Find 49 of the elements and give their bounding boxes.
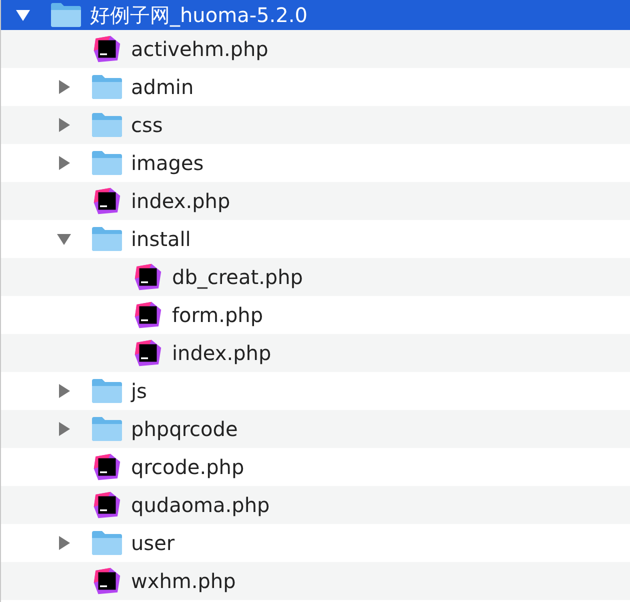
- phpstorm-file-icon: [132, 263, 164, 291]
- file-row[interactable]: css: [1, 106, 630, 144]
- phpstorm-file-icon: [91, 491, 123, 519]
- file-row[interactable]: db_creat.php: [1, 258, 630, 296]
- folder-name: css: [131, 113, 163, 137]
- folder-icon: [91, 111, 123, 139]
- file-name: qrcode.php: [131, 455, 244, 479]
- file-row[interactable]: qudaoma.php: [1, 486, 630, 524]
- collapsed-triangle-icon[interactable]: [56, 155, 72, 171]
- expanded-triangle-icon[interactable]: [56, 231, 72, 247]
- file-name: wxhm.php: [131, 569, 236, 593]
- folder-icon: [91, 529, 123, 557]
- phpstorm-file-icon: [91, 453, 123, 481]
- file-row[interactable]: index.php: [1, 182, 630, 220]
- collapsed-triangle-icon[interactable]: [56, 535, 72, 551]
- folder-name: images: [131, 151, 204, 175]
- folder-name: install: [131, 227, 191, 251]
- collapsed-triangle-icon[interactable]: [56, 117, 72, 133]
- collapsed-triangle-icon[interactable]: [56, 79, 72, 95]
- folder-icon: [91, 73, 123, 101]
- phpstorm-file-icon: [91, 187, 123, 215]
- file-row[interactable]: phpqrcode: [1, 410, 630, 448]
- file-name: index.php: [172, 341, 272, 365]
- collapsed-triangle-icon[interactable]: [56, 421, 72, 437]
- file-row[interactable]: index.php: [1, 334, 630, 372]
- collapsed-triangle-icon[interactable]: [56, 383, 72, 399]
- file-row[interactable]: 好例子网_huoma-5.2.0: [1, 0, 630, 30]
- folder-icon: [91, 149, 123, 177]
- file-name: activehm.php: [131, 37, 268, 61]
- folder-icon: [91, 415, 123, 443]
- phpstorm-file-icon: [132, 339, 164, 367]
- folder-name: user: [131, 531, 175, 555]
- phpstorm-file-icon: [91, 35, 123, 63]
- folder-icon: [50, 1, 82, 29]
- file-row[interactable]: activehm.php: [1, 30, 630, 68]
- file-name: db_creat.php: [172, 265, 303, 289]
- folder-name: js: [131, 379, 147, 403]
- folder-icon: [91, 377, 123, 405]
- phpstorm-file-icon: [132, 301, 164, 329]
- folder-name: admin: [131, 75, 194, 99]
- file-name: qudaoma.php: [131, 493, 270, 517]
- file-name: form.php: [172, 303, 264, 327]
- phpstorm-file-icon: [91, 567, 123, 595]
- file-name: index.php: [131, 189, 230, 213]
- folder-icon: [91, 225, 123, 253]
- expanded-triangle-icon[interactable]: [15, 7, 31, 23]
- folder-name: 好例子网_huoma-5.2.0: [90, 2, 308, 28]
- folder-name: phpqrcode: [131, 417, 238, 441]
- file-row[interactable]: wxhm.php: [1, 562, 630, 600]
